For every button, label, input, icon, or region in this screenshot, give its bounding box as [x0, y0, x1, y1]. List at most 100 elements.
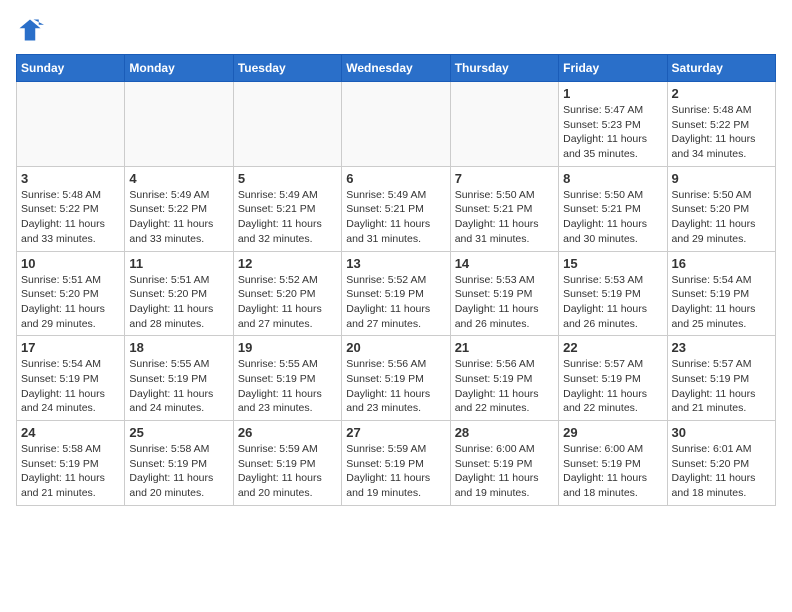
day-info: Sunrise: 5:53 AM Sunset: 5:19 PM Dayligh… — [563, 273, 662, 332]
day-info: Sunrise: 5:57 AM Sunset: 5:19 PM Dayligh… — [563, 357, 662, 416]
calendar-week-row: 10 Sunrise: 5:51 AM Sunset: 5:20 PM Dayli… — [17, 251, 776, 336]
calendar-cell: 20 Sunrise: 5:56 AM Sunset: 5:19 PM Dayli… — [342, 336, 450, 421]
calendar-week-row: 1Sunrise: 5:47 AM Sunset: 5:23 PM Daylig… — [17, 82, 776, 167]
calendar-cell: 27 Sunrise: 5:59 AM Sunset: 5:19 PM Dayli… — [342, 421, 450, 506]
day-info: Sunrise: 5:49 AM Sunset: 5:22 PM Dayligh… — [129, 188, 228, 247]
calendar-cell: 5 Sunrise: 5:49 AM Sunset: 5:21 PM Daylig… — [233, 166, 341, 251]
day-number: 20 — [346, 340, 445, 355]
day-info: Sunrise: 5:56 AM Sunset: 5:19 PM Dayligh… — [346, 357, 445, 416]
calendar-cell: 7 Sunrise: 5:50 AM Sunset: 5:21 PM Daylig… — [450, 166, 558, 251]
weekday-header-row: SundayMondayTuesdayWednesdayThursdayFrid… — [17, 55, 776, 82]
calendar-cell: 2 Sunrise: 5:48 AM Sunset: 5:22 PM Daylig… — [667, 82, 775, 167]
calendar-cell: 13 Sunrise: 5:52 AM Sunset: 5:19 PM Dayli… — [342, 251, 450, 336]
day-info: Sunrise: 5:59 AM Sunset: 5:19 PM Dayligh… — [346, 442, 445, 501]
calendar-cell — [233, 82, 341, 167]
day-info: Sunrise: 5:56 AM Sunset: 5:19 PM Dayligh… — [455, 357, 554, 416]
calendar-cell: 24Sunrise: 5:58 AM Sunset: 5:19 PM Dayli… — [17, 421, 125, 506]
calendar-cell: 16 Sunrise: 5:54 AM Sunset: 5:19 PM Dayli… — [667, 251, 775, 336]
calendar-cell: 8 Sunrise: 5:50 AM Sunset: 5:21 PM Daylig… — [559, 166, 667, 251]
calendar-week-row: 24 Sunrise: 5:58 AM Sunset: 5:19 PM Dayli… — [17, 421, 776, 506]
weekday-header: Sunday — [17, 55, 125, 82]
day-number: 19 — [238, 340, 337, 355]
day-info: Sunrise: 5:50 AM Sunset: 5:21 PM Dayligh… — [563, 188, 662, 247]
day-number: 29 — [563, 425, 662, 440]
calendar-cell: 3 Sunrise: 5:48 AM Sunset: 5:22 PM Daylig… — [17, 166, 125, 251]
weekday-header: Friday — [559, 55, 667, 82]
weekday-header: Tuesday — [233, 55, 341, 82]
day-number: 12 — [238, 256, 337, 271]
calendar-cell: 26 Sunrise: 5:59 AM Sunset: 5:19 PM Dayli… — [233, 421, 341, 506]
day-info: Sunrise: 5:57 AM Sunset: 5:19 PM Dayligh… — [672, 357, 771, 416]
day-number: 3 — [21, 171, 120, 186]
day-info: Sunrise: 6:00 AM Sunset: 5:19 PM Dayligh… — [563, 442, 662, 501]
day-number: 1 — [563, 86, 662, 101]
day-info: Sunrise: 5:54 AM Sunset: 5:19 PM Dayligh… — [21, 357, 120, 416]
day-number: 26 — [238, 425, 337, 440]
page-header — [16, 16, 776, 44]
calendar-cell: 22Sunrise: 5:57 AM Sunset: 5:19 PM Dayli… — [559, 336, 667, 421]
day-number: 24 — [21, 425, 120, 440]
calendar-cell: 1Sunrise: 5:47 AM Sunset: 5:23 PM Daylig… — [559, 82, 667, 167]
day-number: 15 — [563, 256, 662, 271]
weekday-header: Thursday — [450, 55, 558, 82]
day-info: Sunrise: 5:59 AM Sunset: 5:19 PM Dayligh… — [238, 442, 337, 501]
calendar-cell — [125, 82, 233, 167]
day-number: 2 — [672, 86, 771, 101]
logo-icon — [16, 16, 44, 44]
day-number: 5 — [238, 171, 337, 186]
day-number: 10 — [21, 256, 120, 271]
weekday-header: Wednesday — [342, 55, 450, 82]
day-number: 6 — [346, 171, 445, 186]
day-info: Sunrise: 5:52 AM Sunset: 5:19 PM Dayligh… — [346, 273, 445, 332]
calendar-cell: 14Sunrise: 5:53 AM Sunset: 5:19 PM Dayli… — [450, 251, 558, 336]
calendar-cell — [342, 82, 450, 167]
day-info: Sunrise: 5:55 AM Sunset: 5:19 PM Dayligh… — [129, 357, 228, 416]
calendar-cell: 23Sunrise: 5:57 AM Sunset: 5:19 PM Dayli… — [667, 336, 775, 421]
weekday-header: Saturday — [667, 55, 775, 82]
calendar-cell: 30 Sunrise: 6:01 AM Sunset: 5:20 PM Dayli… — [667, 421, 775, 506]
day-number: 17 — [21, 340, 120, 355]
day-info: Sunrise: 5:55 AM Sunset: 5:19 PM Dayligh… — [238, 357, 337, 416]
calendar-cell: 15 Sunrise: 5:53 AM Sunset: 5:19 PM Dayli… — [559, 251, 667, 336]
day-info: Sunrise: 5:52 AM Sunset: 5:20 PM Dayligh… — [238, 273, 337, 332]
day-number: 8 — [563, 171, 662, 186]
day-info: Sunrise: 5:50 AM Sunset: 5:20 PM Dayligh… — [672, 188, 771, 247]
day-number: 7 — [455, 171, 554, 186]
day-number: 28 — [455, 425, 554, 440]
day-number: 4 — [129, 171, 228, 186]
day-info: Sunrise: 5:50 AM Sunset: 5:21 PM Dayligh… — [455, 188, 554, 247]
calendar-cell: 28 Sunrise: 6:00 AM Sunset: 5:19 PM Dayli… — [450, 421, 558, 506]
day-number: 30 — [672, 425, 771, 440]
day-info: Sunrise: 6:01 AM Sunset: 5:20 PM Dayligh… — [672, 442, 771, 501]
calendar-table: SundayMondayTuesdayWednesdayThursdayFrid… — [16, 54, 776, 506]
calendar-cell: 18 Sunrise: 5:55 AM Sunset: 5:19 PM Dayli… — [125, 336, 233, 421]
day-info: Sunrise: 5:49 AM Sunset: 5:21 PM Dayligh… — [238, 188, 337, 247]
day-number: 11 — [129, 256, 228, 271]
calendar-cell: 19 Sunrise: 5:55 AM Sunset: 5:19 PM Dayli… — [233, 336, 341, 421]
day-info: Sunrise: 5:48 AM Sunset: 5:22 PM Dayligh… — [21, 188, 120, 247]
calendar-week-row: 17 Sunrise: 5:54 AM Sunset: 5:19 PM Dayli… — [17, 336, 776, 421]
calendar-cell: 25 Sunrise: 5:58 AM Sunset: 5:19 PM Dayli… — [125, 421, 233, 506]
day-number: 27 — [346, 425, 445, 440]
day-number: 16 — [672, 256, 771, 271]
logo — [16, 16, 48, 44]
day-number: 21 — [455, 340, 554, 355]
calendar-cell — [17, 82, 125, 167]
calendar-cell: 29 Sunrise: 6:00 AM Sunset: 5:19 PM Dayli… — [559, 421, 667, 506]
day-info: Sunrise: 5:48 AM Sunset: 5:22 PM Dayligh… — [672, 103, 771, 162]
calendar-cell: 9Sunrise: 5:50 AM Sunset: 5:20 PM Daylig… — [667, 166, 775, 251]
day-info: Sunrise: 5:54 AM Sunset: 5:19 PM Dayligh… — [672, 273, 771, 332]
calendar-cell: 6 Sunrise: 5:49 AM Sunset: 5:21 PM Daylig… — [342, 166, 450, 251]
day-info: Sunrise: 5:51 AM Sunset: 5:20 PM Dayligh… — [21, 273, 120, 332]
day-info: Sunrise: 5:53 AM Sunset: 5:19 PM Dayligh… — [455, 273, 554, 332]
day-number: 25 — [129, 425, 228, 440]
day-info: Sunrise: 5:51 AM Sunset: 5:20 PM Dayligh… — [129, 273, 228, 332]
calendar-cell — [450, 82, 558, 167]
calendar-week-row: 3 Sunrise: 5:48 AM Sunset: 5:22 PM Daylig… — [17, 166, 776, 251]
day-info: Sunrise: 5:49 AM Sunset: 5:21 PM Dayligh… — [346, 188, 445, 247]
calendar-cell: 4 Sunrise: 5:49 AM Sunset: 5:22 PM Daylig… — [125, 166, 233, 251]
day-info: Sunrise: 6:00 AM Sunset: 5:19 PM Dayligh… — [455, 442, 554, 501]
day-number: 18 — [129, 340, 228, 355]
day-info: Sunrise: 5:58 AM Sunset: 5:19 PM Dayligh… — [129, 442, 228, 501]
day-number: 13 — [346, 256, 445, 271]
